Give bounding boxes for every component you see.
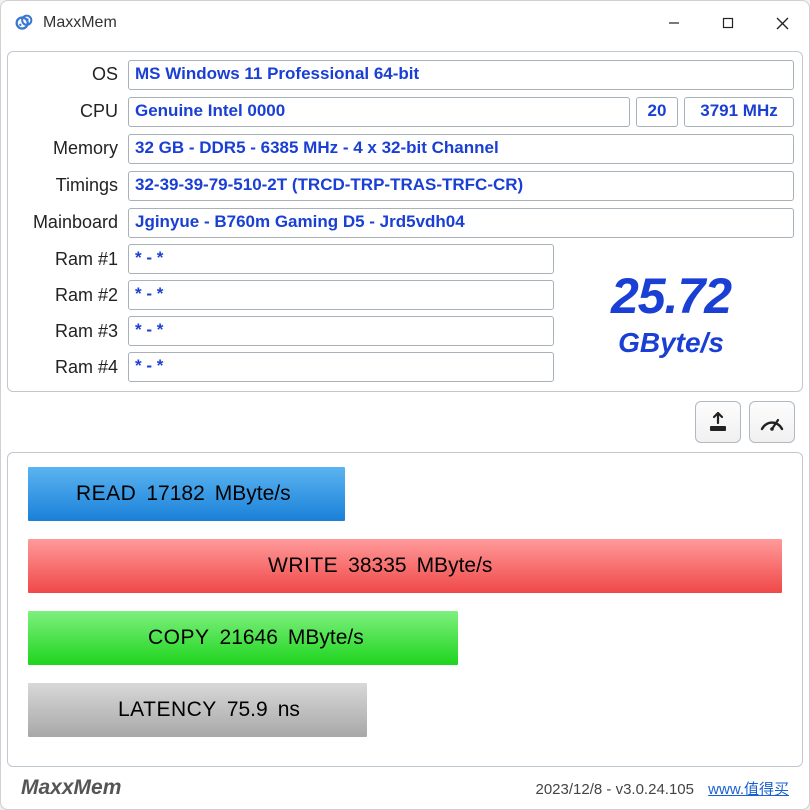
latency-bar-row: LATENCY 75.9 ns xyxy=(28,683,782,737)
read-label: READ xyxy=(76,482,136,506)
latency-unit: ns xyxy=(278,698,300,722)
mainboard-value: Jginyue - B760m Gaming D5 - Jrd5vdh04 xyxy=(128,208,794,238)
close-button[interactable] xyxy=(755,1,809,45)
footer-version: v3.0.24.105 xyxy=(616,781,694,798)
close-icon xyxy=(776,17,789,30)
overall-score: 25.72 GByte/s xyxy=(554,241,794,385)
content: OS MS Windows 11 Professional 64-bit CPU… xyxy=(1,45,809,809)
benchmark-button[interactable] xyxy=(749,401,795,443)
mainboard-label: Mainboard xyxy=(16,212,128,233)
ram3-row: Ram #3 * - * xyxy=(16,313,554,349)
os-row: OS MS Windows 11 Professional 64-bit xyxy=(16,56,794,93)
ram4-row: Ram #4 * - * xyxy=(16,349,554,385)
score-value: 25.72 xyxy=(611,267,731,325)
footer-date: 2023/12/8 xyxy=(536,781,603,798)
ram3-label: Ram #3 xyxy=(16,321,128,342)
copy-bar-text: COPY 21646 MByte/s xyxy=(28,611,364,665)
ram-slots: Ram #1 * - * Ram #2 * - * Ram #3 * - * R… xyxy=(16,241,554,385)
latency-label: LATENCY xyxy=(118,698,217,722)
system-info-panel: OS MS Windows 11 Professional 64-bit CPU… xyxy=(7,51,803,392)
memory-label: Memory xyxy=(16,138,128,159)
titlebar: MaxxMem xyxy=(1,1,809,45)
window-controls xyxy=(647,1,809,45)
gauge-icon xyxy=(759,411,785,433)
maximize-button[interactable] xyxy=(701,1,755,45)
memory-row: Memory 32 GB - DDR5 - 6385 MHz - 4 x 32-… xyxy=(16,130,794,167)
latency-value: 75.9 xyxy=(227,698,268,722)
write-unit: MByte/s xyxy=(417,554,493,578)
maximize-icon xyxy=(722,17,734,29)
minimize-icon xyxy=(668,17,680,29)
upload-icon xyxy=(706,411,730,433)
read-bar-text: READ 17182 MByte/s xyxy=(28,467,291,521)
footer-brand: MaxxMem xyxy=(21,776,121,800)
read-value: 17182 xyxy=(146,482,204,506)
read-unit: MByte/s xyxy=(215,482,291,506)
cpu-value: Genuine Intel 0000 xyxy=(128,97,630,127)
ram1-value: * - * xyxy=(128,244,554,274)
timings-value: 32-39-39-79-510-2T (TRCD-TRP-TRAS-TRFC-C… xyxy=(128,171,794,201)
ram4-label: Ram #4 xyxy=(16,357,128,378)
window-title: MaxxMem xyxy=(43,14,117,32)
footer: MaxxMem 2023/12/8 - v3.0.24.105 www.值得买 xyxy=(7,767,803,809)
footer-right: 2023/12/8 - v3.0.24.105 www.值得买 xyxy=(536,778,790,799)
app-icon xyxy=(13,12,35,34)
latency-bar-text: LATENCY 75.9 ns xyxy=(28,683,300,737)
ram1-label: Ram #1 xyxy=(16,249,128,270)
cpu-label: CPU xyxy=(16,101,128,122)
ram3-value: * - * xyxy=(128,316,554,346)
memory-value: 32 GB - DDR5 - 6385 MHz - 4 x 32-bit Cha… xyxy=(128,134,794,164)
score-unit: GByte/s xyxy=(618,327,724,359)
app-window: MaxxMem OS MS Windows 11 Professional 64… xyxy=(0,0,810,810)
ram2-label: Ram #2 xyxy=(16,285,128,306)
mainboard-row: Mainboard Jginyue - B760m Gaming D5 - Jr… xyxy=(16,204,794,241)
write-bar-text: WRITE 38335 MByte/s xyxy=(28,539,492,593)
benchmark-bars-panel: READ 17182 MByte/s WRITE 38335 MByte/s C… xyxy=(7,452,803,767)
timings-label: Timings xyxy=(16,175,128,196)
cpu-mhz: 3791 MHz xyxy=(684,97,794,127)
os-value: MS Windows 11 Professional 64-bit xyxy=(128,60,794,90)
timings-row: Timings 32-39-39-79-510-2T (TRCD-TRP-TRA… xyxy=(16,167,794,204)
ram4-value: * - * xyxy=(128,352,554,382)
cpu-row: CPU Genuine Intel 0000 20 3791 MHz xyxy=(16,93,794,130)
write-value: 38335 xyxy=(348,554,406,578)
ram1-row: Ram #1 * - * xyxy=(16,241,554,277)
footer-link[interactable]: www.值得买 xyxy=(708,781,789,798)
copy-bar-row: COPY 21646 MByte/s xyxy=(28,611,782,665)
upload-button[interactable] xyxy=(695,401,741,443)
write-label: WRITE xyxy=(268,554,338,578)
minimize-button[interactable] xyxy=(647,1,701,45)
write-bar-row: WRITE 38335 MByte/s xyxy=(28,539,782,593)
ram2-value: * - * xyxy=(128,280,554,310)
copy-unit: MByte/s xyxy=(288,626,364,650)
ram-area: Ram #1 * - * Ram #2 * - * Ram #3 * - * R… xyxy=(16,241,794,385)
os-label: OS xyxy=(16,64,128,85)
cpu-cores: 20 xyxy=(636,97,678,127)
ram2-row: Ram #2 * - * xyxy=(16,277,554,313)
copy-label: COPY xyxy=(148,626,210,650)
read-bar-row: READ 17182 MByte/s xyxy=(28,467,782,521)
toolbar xyxy=(7,392,803,452)
copy-value: 21646 xyxy=(220,626,278,650)
